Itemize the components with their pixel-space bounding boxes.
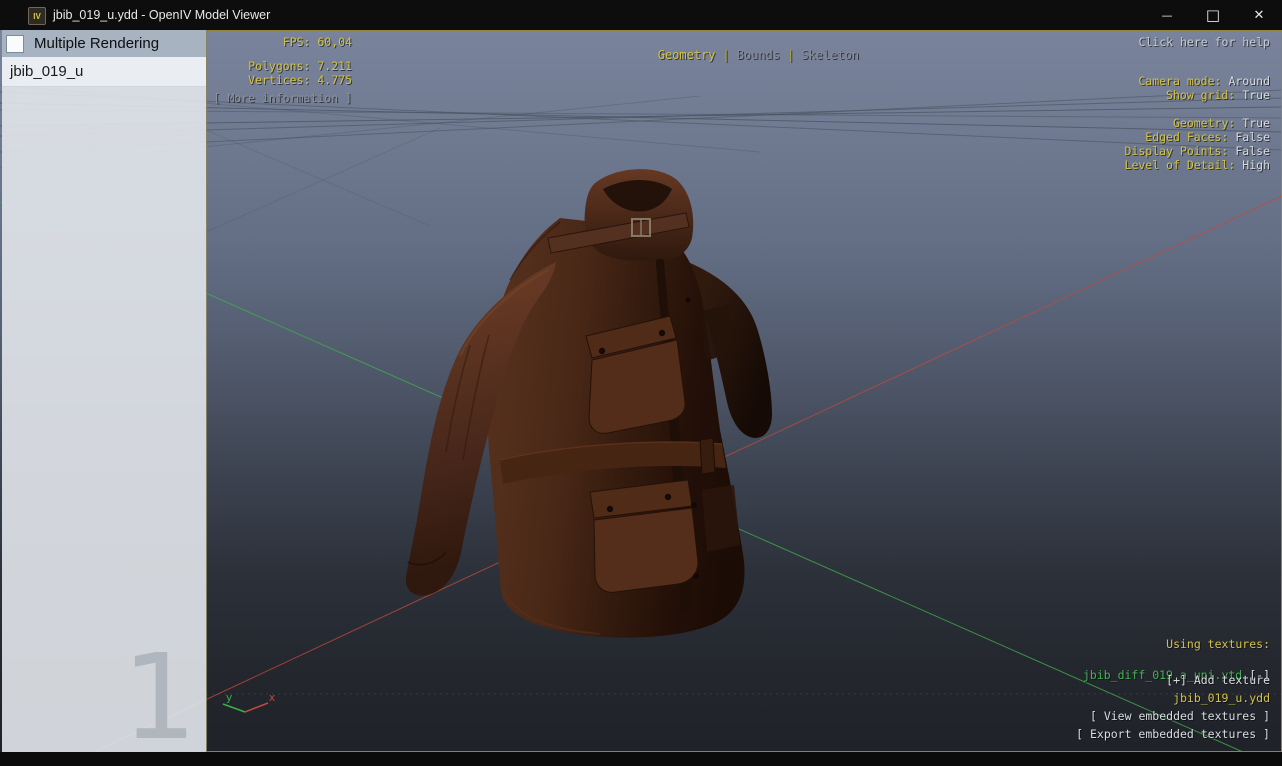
window-controls: — □ ✕ bbox=[1144, 0, 1282, 30]
vertices-counter: Vertices: 4.775 bbox=[248, 73, 352, 87]
level-of-detail-setting[interactable]: Level of Detail: High bbox=[1097, 146, 1270, 185]
model-list-item[interactable]: jbib_019_u bbox=[2, 57, 206, 87]
multiple-rendering-checkbox[interactable] bbox=[6, 34, 24, 53]
minimize-button[interactable]: — bbox=[1144, 0, 1190, 30]
help-link[interactable]: Click here for help bbox=[1138, 36, 1270, 49]
window-title: jbib_019_u.ydd - OpenIV Model Viewer bbox=[53, 8, 271, 22]
app-icon: IV bbox=[28, 7, 46, 25]
multiple-rendering-row: Multiple Rendering bbox=[2, 30, 206, 57]
model-list-sidebar: Multiple Rendering jbib_019_u 1 bbox=[2, 30, 207, 766]
tab-separator: | bbox=[722, 48, 730, 62]
tab-bounds[interactable]: Bounds bbox=[737, 48, 780, 62]
axis-y-label: y bbox=[226, 691, 233, 704]
axis-x-label: x bbox=[269, 691, 276, 704]
close-button[interactable]: ✕ bbox=[1236, 0, 1282, 30]
app-window: { "window": { "title": "jbib_019_u.ydd -… bbox=[0, 0, 1282, 766]
view-embedded-textures-button[interactable]: [ View embedded textures ] bbox=[1090, 710, 1270, 723]
more-information-button[interactable]: [ More information ] bbox=[210, 92, 352, 105]
maximize-button[interactable]: □ bbox=[1190, 0, 1236, 30]
title-bar: IV jbib_019_u.ydd - OpenIV Model Viewer … bbox=[0, 0, 1282, 30]
multiple-rendering-label: Multiple Rendering bbox=[34, 35, 160, 52]
sidebar-body: 1 bbox=[2, 87, 206, 766]
add-texture-button[interactable]: [+] Add texture bbox=[1166, 674, 1270, 687]
tab-separator: | bbox=[787, 48, 795, 62]
using-textures-header: Using textures: bbox=[1166, 637, 1270, 651]
export-embedded-textures-button[interactable]: [ Export embedded textures ] bbox=[1076, 728, 1270, 741]
jacket-model bbox=[405, 169, 772, 638]
tab-skeleton[interactable]: Skeleton bbox=[801, 48, 859, 62]
model-file-label: jbib_019_u.ydd bbox=[1173, 691, 1270, 705]
tab-geometry[interactable]: Geometry bbox=[658, 48, 716, 62]
render-target-number: 1 bbox=[122, 628, 198, 766]
model-list-item-label: jbib_019_u bbox=[10, 63, 84, 80]
